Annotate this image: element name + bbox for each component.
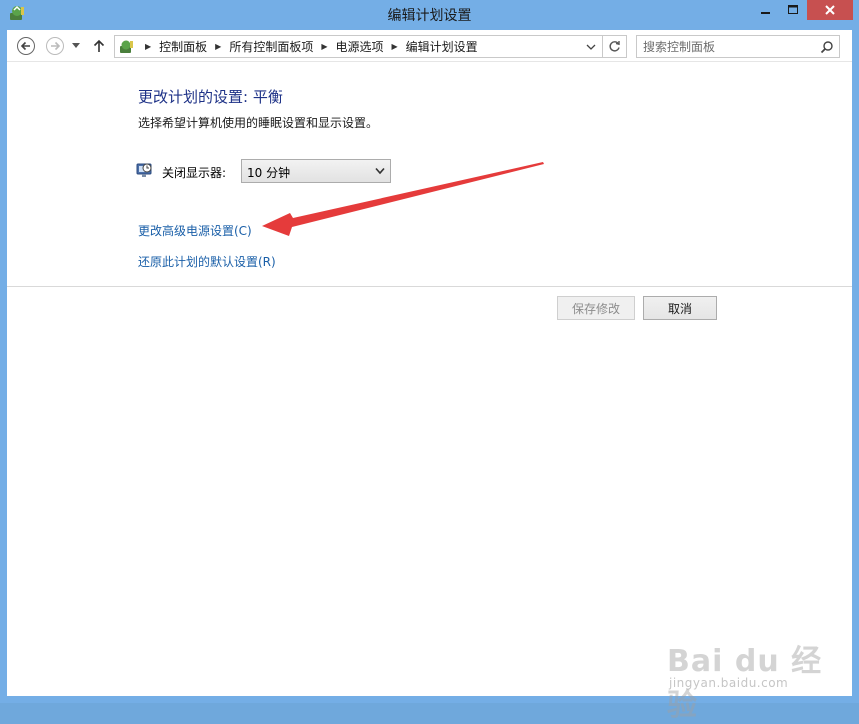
address-dropdown-button[interactable] xyxy=(582,38,600,55)
breadcrumb-power-options[interactable]: 电源选项 xyxy=(336,38,384,55)
page-title: 更改计划的设置: 平衡 xyxy=(138,88,283,106)
chevron-down-icon xyxy=(586,44,596,50)
turn-off-display-value: 10 分钟 xyxy=(247,166,291,180)
baidu-jingyan-watermark: Bai du 经验 jingyan.baidu.com xyxy=(667,636,847,723)
forward-button[interactable] xyxy=(45,36,65,56)
page-description: 选择希望计算机使用的睡眠设置和显示设置。 xyxy=(138,116,379,130)
minimize-icon xyxy=(760,12,770,14)
back-button[interactable] xyxy=(16,36,36,56)
navigation-bar: ▶ 控制面板 ▶ 所有控制面板项 ▶ 电源选项 ▶ 编辑计划设置 xyxy=(7,30,852,62)
up-arrow-icon xyxy=(93,39,105,52)
turn-off-display-label: 关闭显示器: xyxy=(162,166,227,180)
control-panel-icon xyxy=(120,40,133,53)
advanced-power-settings-link[interactable]: 更改高级电源设置(C) xyxy=(138,222,252,239)
close-icon xyxy=(825,5,835,15)
forward-arrow-icon xyxy=(46,37,64,55)
watermark-url: jingyan.baidu.com xyxy=(669,676,789,690)
breadcrumb-all-items[interactable]: 所有控制面板项 xyxy=(229,38,313,55)
search-box[interactable] xyxy=(636,35,840,58)
chevron-down-icon xyxy=(72,43,80,48)
up-button[interactable] xyxy=(91,36,107,56)
minimize-button[interactable] xyxy=(752,0,779,20)
client-area: ▶ 控制面板 ▶ 所有控制面板项 ▶ 电源选项 ▶ 编辑计划设置 搜索控制面板 … xyxy=(7,30,852,723)
chevron-down-icon xyxy=(375,167,385,175)
window: 编辑计划设置 ▶ 控制面板 ▶ 所有控制面板项 ▶ 电源选项 ▶ 编辑计划设置 … xyxy=(0,0,859,723)
breadcrumb-separator-icon: ▶ xyxy=(391,42,398,51)
recent-locations-button[interactable] xyxy=(69,36,83,56)
breadcrumb-edit-plan[interactable]: 编辑计划设置 xyxy=(406,38,478,55)
back-arrow-icon xyxy=(17,37,35,55)
search-input[interactable] xyxy=(643,39,813,55)
breadcrumb-separator-icon: ▶ xyxy=(215,42,222,51)
cancel-button[interactable]: 取消 xyxy=(643,296,717,320)
maximize-button[interactable] xyxy=(780,0,806,20)
refresh-button[interactable] xyxy=(602,35,627,58)
monitor-timer-icon xyxy=(136,163,152,177)
breadcrumb-separator-icon: ▶ xyxy=(145,42,152,51)
breadcrumb-separator-icon: ▶ xyxy=(321,42,328,51)
window-title: 编辑计划设置 xyxy=(387,8,472,24)
close-button[interactable] xyxy=(807,0,853,20)
restore-defaults-link[interactable]: 还原此计划的默认设置(R) xyxy=(138,253,276,270)
search-icon[interactable] xyxy=(820,40,834,54)
divider xyxy=(7,286,852,287)
turn-off-display-select[interactable]: 10 分钟 xyxy=(241,159,391,183)
maximize-icon xyxy=(788,5,798,14)
save-changes-button[interactable]: 保存修改 xyxy=(557,296,635,320)
breadcrumb: ▶ 控制面板 ▶ 所有控制面板项 ▶ 电源选项 ▶ 编辑计划设置 xyxy=(137,36,478,57)
title-bar[interactable]: 编辑计划设置 xyxy=(0,0,859,28)
address-bar[interactable]: ▶ 控制面板 ▶ 所有控制面板项 ▶ 电源选项 ▶ 编辑计划设置 xyxy=(114,35,603,58)
breadcrumb-control-panel[interactable]: 控制面板 xyxy=(159,38,207,55)
refresh-icon xyxy=(608,41,620,52)
